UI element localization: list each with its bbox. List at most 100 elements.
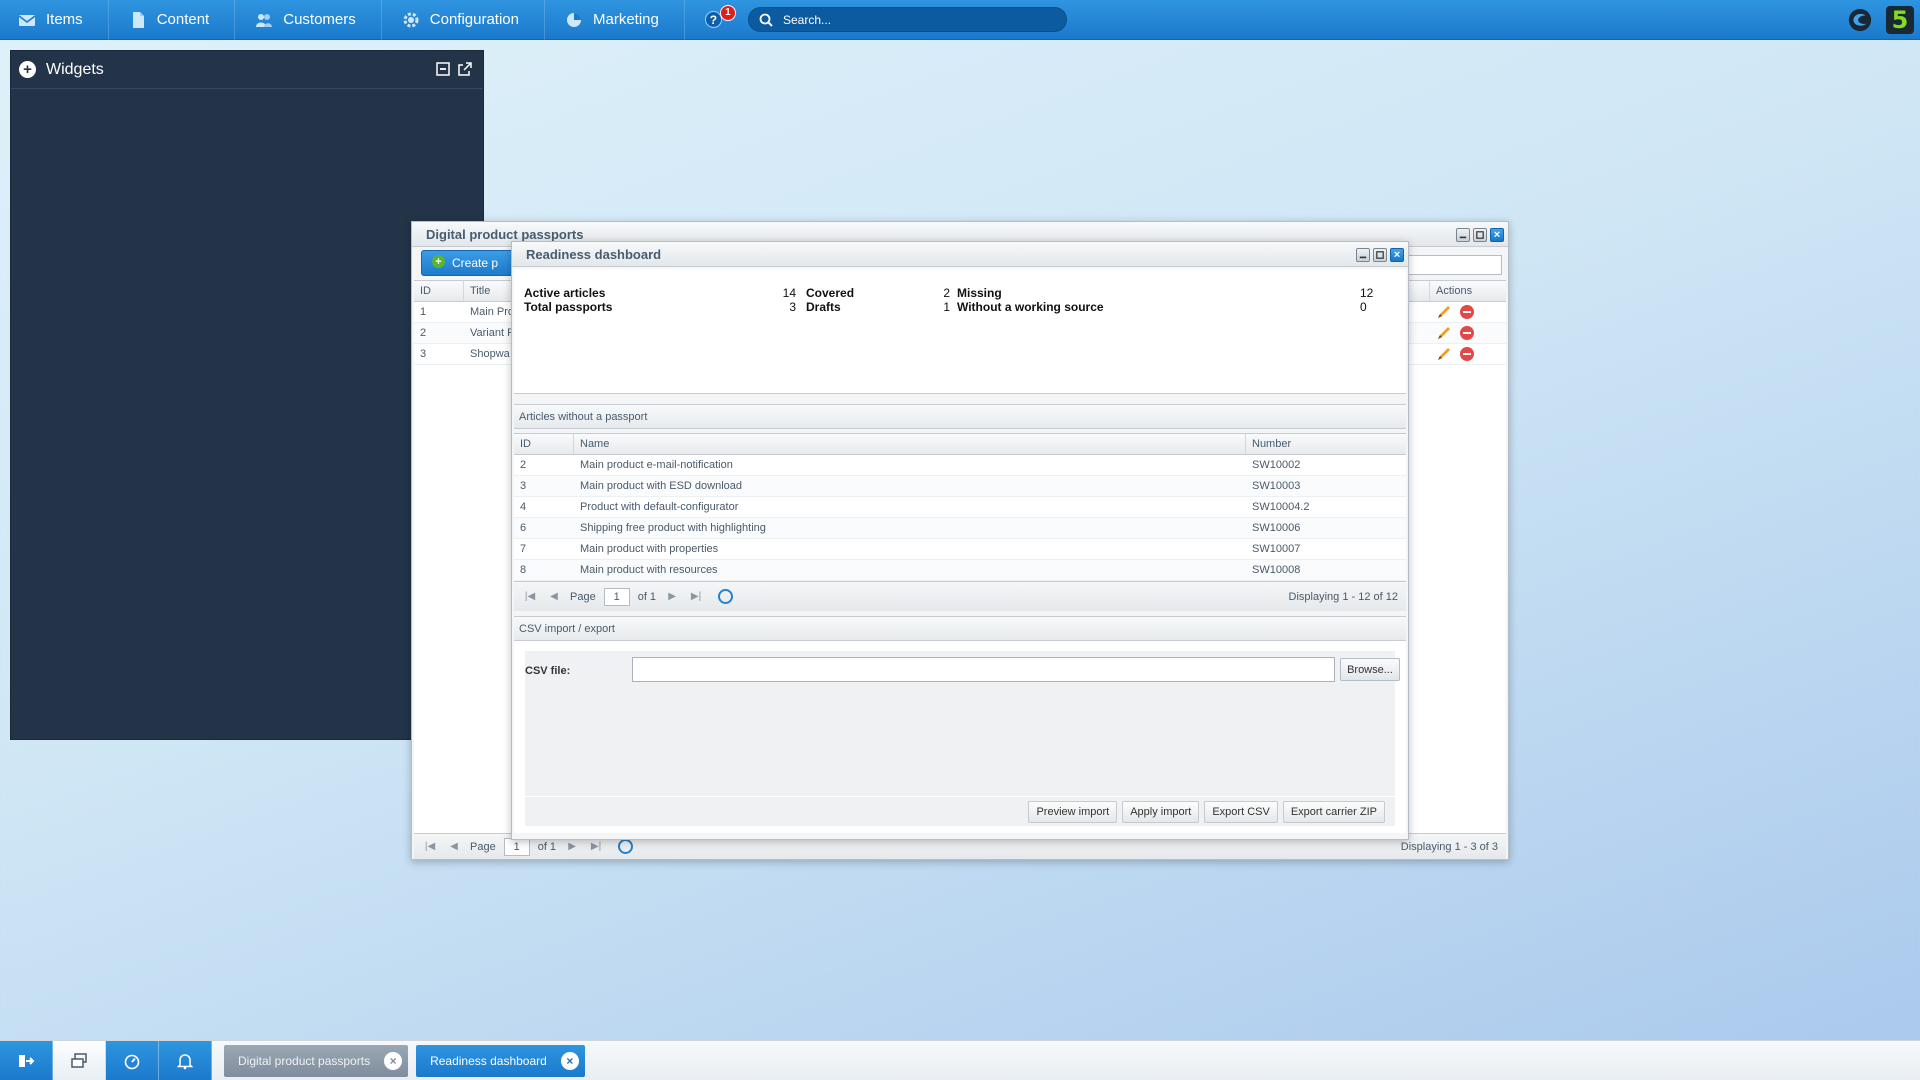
cell-id: 2 (420, 327, 427, 339)
close-task-icon[interactable]: × (560, 1051, 579, 1070)
close-button[interactable]: × (1390, 248, 1404, 262)
articles-grid-rows: 2 Main product e-mail-notification SW100… (514, 455, 1406, 581)
menu-marketing[interactable]: Marketing (545, 0, 685, 40)
logout-icon (19, 1054, 35, 1067)
menu-content-label: Content (156, 11, 210, 28)
refresh-icon[interactable] (618, 839, 634, 854)
csv-panel: CSV file: Browse... Preview import Apply… (514, 641, 1406, 833)
last-page-icon[interactable]: ▶| (688, 589, 704, 605)
windows-overview-button[interactable] (53, 1040, 106, 1080)
cell-name: Main product with resources (580, 564, 718, 576)
displaying-label: Displaying 1 - 12 of 12 (1288, 590, 1398, 603)
total-passports-value: 3 (789, 300, 796, 314)
column-actions[interactable]: Actions (1430, 281, 1506, 301)
task-digital-product-passports[interactable]: Digital product passports × (224, 1044, 409, 1077)
help-button[interactable]: ? 1 (704, 0, 736, 40)
apply-import-button[interactable]: Apply import (1122, 800, 1200, 823)
dashboard-button[interactable] (106, 1040, 159, 1080)
preview-import-button[interactable]: Preview import (1028, 800, 1118, 823)
table-row[interactable]: 3 Main product with ESD download SW10003 (514, 476, 1406, 497)
export-carrier-zip-button[interactable]: Export carrier ZIP (1282, 800, 1385, 823)
close-button[interactable]: × (1490, 228, 1504, 242)
covered-label: Covered (806, 286, 855, 300)
drafts-value: 1 (943, 300, 950, 314)
readiness-stats: Active articles 14 Total passports 3 Cov… (514, 269, 1406, 394)
search-icon (759, 13, 773, 27)
displaying-label: Displaying 1 - 3 of 3 (1400, 840, 1498, 853)
delete-icon[interactable] (1460, 305, 1474, 319)
document-icon (129, 11, 147, 29)
widgets-tools (435, 61, 473, 77)
cell-name: Shipping free product with highlighting (580, 522, 766, 534)
global-search[interactable] (748, 7, 1067, 32)
popout-widget-icon[interactable] (457, 61, 473, 77)
csv-file-input[interactable] (632, 657, 1335, 682)
page-number-input[interactable]: 1 (503, 837, 530, 856)
edit-pencil-icon[interactable] (1436, 304, 1452, 320)
logout-button[interactable] (0, 1040, 53, 1080)
previous-page-icon[interactable]: ◀ (446, 839, 462, 855)
next-page-icon[interactable]: ▶ (564, 839, 580, 855)
task-readiness-dashboard[interactable]: Readiness dashboard × (416, 1044, 585, 1077)
cell-id: 3 (520, 480, 527, 492)
five-logo-text: 5 (1886, 6, 1914, 34)
without-source-label: Without a working source (957, 300, 1104, 314)
without-source-value: 0 (1360, 300, 1367, 314)
add-widget-icon[interactable]: + (19, 61, 36, 78)
page-number-input[interactable]: 1 (603, 587, 630, 606)
browse-button[interactable]: Browse... (1340, 658, 1400, 681)
cell-name: Product with default-configurator (580, 501, 739, 513)
edit-pencil-icon[interactable] (1436, 346, 1452, 362)
cell-number: SW10007 (1252, 543, 1301, 555)
next-page-icon[interactable]: ▶ (664, 589, 680, 605)
dpp-search-field[interactable] (1402, 255, 1502, 275)
table-row[interactable]: 4 Product with default-configurator SW10… (514, 497, 1406, 518)
close-task-icon[interactable]: × (384, 1051, 403, 1070)
menu-configuration[interactable]: Configuration (382, 0, 545, 40)
delete-icon[interactable] (1460, 326, 1474, 340)
edit-pencil-icon[interactable] (1436, 325, 1452, 341)
first-page-icon[interactable]: |◀ (422, 839, 438, 855)
column-name[interactable]: Name (574, 434, 1246, 454)
csv-section-title: CSV import / export (519, 622, 615, 635)
export-csv-button[interactable]: Export CSV (1204, 800, 1278, 823)
windows-icon (71, 1052, 87, 1068)
menu-customers[interactable]: Customers (235, 0, 382, 40)
create-passport-button[interactable]: + Create p (421, 250, 516, 276)
first-page-icon[interactable]: |◀ (522, 589, 538, 605)
shopware-five-logo[interactable]: 5 (1886, 6, 1914, 34)
table-row[interactable]: 2 Main product e-mail-notification SW100… (514, 455, 1406, 476)
active-articles-value: 14 (782, 286, 796, 300)
cell-number: SW10004.2 (1252, 501, 1310, 513)
menu-content[interactable]: Content (109, 0, 236, 40)
minimize-widget-icon[interactable] (435, 61, 451, 77)
articles-pager: |◀ ◀ Page 1 of 1 ▶ ▶| Displaying 1 - 12 … (514, 581, 1406, 611)
last-page-icon[interactable]: ▶| (588, 839, 604, 855)
minimize-button[interactable] (1456, 228, 1470, 242)
notifications-button[interactable] (159, 1040, 212, 1080)
envelope-icon (18, 11, 36, 29)
table-row[interactable]: 6 Shipping free product with highlightin… (514, 518, 1406, 539)
minimize-button[interactable] (1356, 248, 1370, 262)
column-number[interactable]: Number (1246, 434, 1406, 454)
previous-page-icon[interactable]: ◀ (546, 589, 562, 605)
taskbar: Digital product passports × Readiness da… (0, 1040, 1920, 1080)
add-icon: + (432, 255, 445, 268)
menu-items[interactable]: Items (0, 0, 109, 40)
readiness-window-title[interactable]: Readiness dashboard (512, 242, 1408, 267)
csv-file-label: CSV file: (525, 665, 571, 677)
menu-items-label: Items (46, 11, 83, 28)
drafts-label: Drafts (806, 300, 841, 314)
search-input[interactable] (783, 12, 1043, 27)
refresh-icon[interactable] (718, 589, 734, 604)
csv-actions: Preview import Apply import Export CSV E… (525, 796, 1395, 826)
delete-icon[interactable] (1460, 347, 1474, 361)
column-id[interactable]: ID (514, 434, 574, 454)
maximize-button[interactable] (1373, 248, 1387, 262)
covered-value: 2 (943, 286, 950, 300)
table-row[interactable]: 7 Main product with properties SW10007 (514, 539, 1406, 560)
column-id[interactable]: ID (414, 281, 464, 301)
cell-id: 2 (520, 459, 527, 471)
maximize-button[interactable] (1473, 228, 1487, 242)
table-row[interactable]: 8 Main product with resources SW10008 (514, 560, 1406, 581)
